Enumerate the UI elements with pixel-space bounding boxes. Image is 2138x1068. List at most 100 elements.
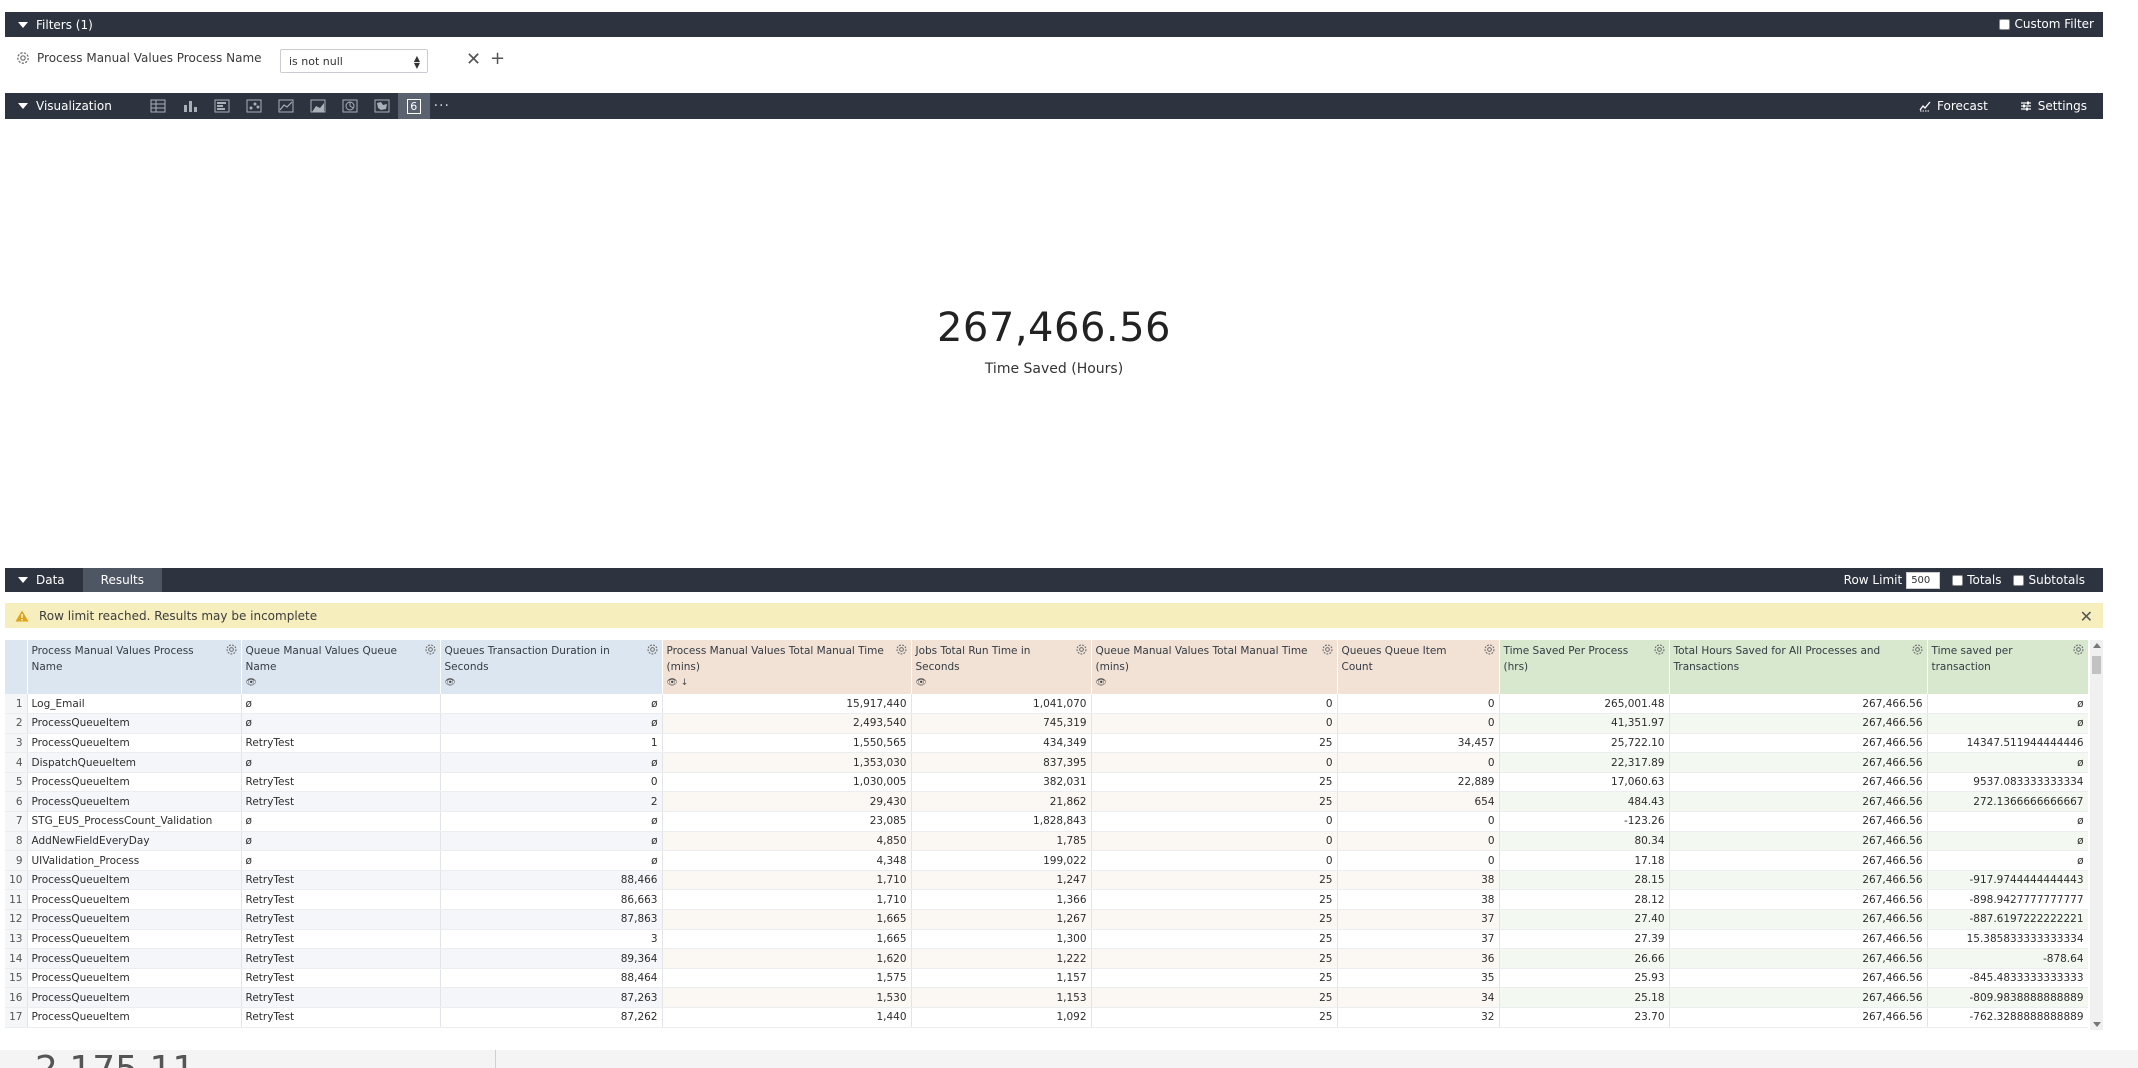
subtotals-checkbox[interactable] bbox=[2013, 574, 2025, 586]
table-viz-icon[interactable] bbox=[142, 93, 174, 119]
table-row[interactable]: 9 UIValidation_Process ø ø 4,348 199,022 0 0 17.… bbox=[5, 850, 2088, 871]
table-row[interactable]: 14 ProcessQueueItem RetryTest 89,364 1,620 1,… bbox=[5, 948, 2088, 969]
table-row[interactable]: 8 AddNewFieldEveryDay ø ø 4,850 1,785 0 0 80.34 2… bbox=[5, 831, 2088, 852]
table-row[interactable]: 4 DispatchQueueItem ø ø 1,353,030 837,395 0 0 22… bbox=[5, 752, 2088, 773]
table-cell: ø bbox=[440, 713, 663, 734]
table-row[interactable]: 13 ProcessQueueItem RetryTest 3 1,665 1,300 25… bbox=[5, 929, 2088, 950]
table-cell: 1,153 bbox=[911, 987, 1092, 1008]
single-value-title: Time Saved (Hours) bbox=[984, 361, 1124, 377]
plus-icon[interactable]: + bbox=[490, 49, 505, 69]
caret-down-icon[interactable] bbox=[18, 577, 28, 583]
table-cell: 484.43 bbox=[1499, 791, 1670, 813]
tab-results[interactable]: Results bbox=[82, 568, 162, 592]
table-cell: 745,319 bbox=[911, 713, 1092, 734]
table-cell: 1,440 bbox=[662, 1007, 912, 1028]
subtotals-toggle[interactable]: Subtotals bbox=[2013, 573, 2085, 587]
table-cell: 1,665 bbox=[662, 929, 912, 950]
gear-icon[interactable] bbox=[1483, 643, 1496, 656]
bar-chart-icon[interactable] bbox=[206, 93, 238, 119]
settings-button[interactable]: Settings bbox=[2004, 99, 2103, 113]
table-cell: 17.18 bbox=[1499, 850, 1670, 871]
table-row[interactable]: 11 ProcessQueueItem RetryTest 86,663 1,710 1,… bbox=[5, 889, 2088, 911]
row-index: 2 bbox=[5, 713, 28, 734]
table-row[interactable]: 16 ProcessQueueItem RetryTest 87,263 1,530 1,… bbox=[5, 987, 2088, 1008]
column-header[interactable]: Jobs Total Run Time in Seconds 👁 bbox=[911, 640, 1092, 694]
table-row[interactable]: 3 ProcessQueueItem RetryTest 1 1,550,565 434,… bbox=[5, 733, 2088, 754]
gear-icon[interactable] bbox=[225, 643, 238, 656]
column-chart-icon[interactable] bbox=[174, 93, 206, 119]
data-header[interactable]: Data Results Row Limit 500 Totals Subtot… bbox=[5, 568, 2103, 592]
column-header[interactable]: Process Manual Values Process Name bbox=[27, 640, 242, 694]
tab-data[interactable]: Data bbox=[36, 568, 83, 592]
table-row[interactable]: 5 ProcessQueueItem RetryTest 0 1,030,005 382,… bbox=[5, 772, 2088, 793]
gear-icon[interactable] bbox=[424, 643, 437, 656]
table-row[interactable]: 15 ProcessQueueItem RetryTest 88,464 1,575 1,… bbox=[5, 968, 2088, 989]
filters-header[interactable]: Filters (1) Custom Filter bbox=[5, 12, 2103, 37]
column-header-label: Process Manual Values Total Manual Time … bbox=[666, 645, 884, 673]
table-row[interactable]: 17 ProcessQueueItem RetryTest 87,262 1,440 1,… bbox=[5, 1007, 2088, 1028]
table-row[interactable]: 10 ProcessQueueItem RetryTest 88,466 1,710 1,… bbox=[5, 870, 2088, 891]
column-header[interactable]: Total Hours Saved for All Processes and … bbox=[1669, 640, 1928, 694]
close-icon[interactable]: ✕ bbox=[466, 51, 481, 69]
column-header[interactable]: Time saved per transaction bbox=[1927, 640, 2088, 694]
column-header-label: Queues Transaction Duration in Seconds bbox=[444, 645, 610, 673]
gear-icon[interactable] bbox=[2072, 643, 2085, 656]
forecast-button[interactable]: Forecast bbox=[1903, 99, 2004, 113]
table-cell: ProcessQueueItem bbox=[27, 968, 242, 989]
map-icon[interactable] bbox=[366, 93, 398, 119]
row-limit-input[interactable]: 500 bbox=[1906, 571, 1941, 589]
table-cell: 1,157 bbox=[911, 968, 1092, 989]
custom-filter-toggle[interactable]: Custom Filter bbox=[1999, 17, 2094, 31]
column-header[interactable]: Process Manual Values Total Manual Time … bbox=[662, 640, 912, 694]
gear-icon[interactable] bbox=[646, 643, 659, 656]
single-value-viz-icon[interactable]: 6 bbox=[397, 93, 430, 119]
forecast-label: Forecast bbox=[1937, 99, 1988, 113]
line-chart-icon[interactable] bbox=[270, 93, 302, 119]
filter-operator-select[interactable]: is not null ▲ ▼ bbox=[280, 49, 428, 73]
column-header[interactable]: Queues Transaction Duration in Seconds 👁 bbox=[440, 640, 663, 694]
scroll-up-arrow-icon[interactable] bbox=[2093, 643, 2101, 648]
area-chart-icon[interactable] bbox=[302, 93, 334, 119]
column-header[interactable]: Queue Manual Values Total Manual Time (m… bbox=[1091, 640, 1338, 694]
column-header[interactable]: Queues Queue Item Count bbox=[1337, 640, 1500, 694]
close-icon[interactable]: ✕ bbox=[2080, 607, 2093, 626]
caret-down-icon[interactable] bbox=[18, 103, 28, 109]
gear-icon[interactable] bbox=[895, 643, 908, 656]
table-row[interactable]: 2 ProcessQueueItem ø ø 2,493,540 745,319 0 0 41,… bbox=[5, 713, 2088, 734]
column-header-label: Time saved per transaction bbox=[1931, 645, 2013, 673]
table-cell: 267,466.56 bbox=[1669, 948, 1928, 969]
column-header[interactable]: Time Saved Per Process (hrs) bbox=[1499, 640, 1670, 694]
table-cell: 267,466.56 bbox=[1669, 752, 1928, 773]
gear-icon[interactable] bbox=[1321, 643, 1334, 656]
table-row[interactable]: 1 Log_Email ø ø 15,917,440 1,041,070 0 0 265,001… bbox=[5, 694, 2088, 715]
warning-text: Row limit reached. Results may be incomp… bbox=[39, 608, 318, 623]
row-index: 17 bbox=[5, 1007, 28, 1028]
table-cell: 25 bbox=[1091, 968, 1338, 989]
gear-icon[interactable] bbox=[1911, 643, 1924, 656]
table-row[interactable]: 7 STG_EUS_ProcessCount_Validation ø ø 23,085… bbox=[5, 811, 2088, 832]
table-cell: ProcessQueueItem bbox=[27, 791, 242, 813]
more-icon[interactable]: ··· bbox=[430, 93, 454, 119]
table-row[interactable]: 12 ProcessQueueItem RetryTest 87,863 1,665 1,… bbox=[5, 909, 2088, 930]
table-scrollbar[interactable] bbox=[2090, 640, 2103, 1030]
scroll-down-arrow-icon[interactable] bbox=[2093, 1022, 2101, 1027]
gear-icon[interactable] bbox=[1075, 643, 1088, 656]
totals-toggle[interactable]: Totals bbox=[1952, 573, 2001, 587]
gear-icon[interactable] bbox=[1653, 643, 1666, 656]
table-row[interactable]: 18ProcessQueueItemRetryTest86,6641,4401,… bbox=[5, 1027, 2088, 1028]
table-cell: RetryTest bbox=[241, 909, 441, 930]
table-row[interactable]: 6 ProcessQueueItem RetryTest 2 29,430 21,862 2… bbox=[5, 791, 2088, 813]
table-cell: RetryTest bbox=[241, 870, 441, 891]
pie-chart-icon[interactable] bbox=[334, 93, 366, 119]
table-cell: 267,466.56 bbox=[1669, 831, 1928, 852]
gear-icon[interactable] bbox=[15, 50, 31, 66]
scroll-thumb[interactable] bbox=[2092, 656, 2101, 674]
table-cell: 4,850 bbox=[662, 831, 912, 852]
caret-down-icon[interactable] bbox=[18, 21, 28, 28]
custom-filter-checkbox[interactable] bbox=[1999, 18, 2011, 30]
table-cell: -762.3288888888889 bbox=[1927, 1007, 2088, 1028]
column-header[interactable]: Queue Manual Values Queue Name 👁 bbox=[241, 640, 441, 694]
visualization-header[interactable]: Visualization 6 ··· Forecast Settings bbox=[5, 93, 2103, 119]
scatter-chart-icon[interactable] bbox=[238, 93, 270, 119]
totals-checkbox[interactable] bbox=[1952, 574, 1964, 586]
